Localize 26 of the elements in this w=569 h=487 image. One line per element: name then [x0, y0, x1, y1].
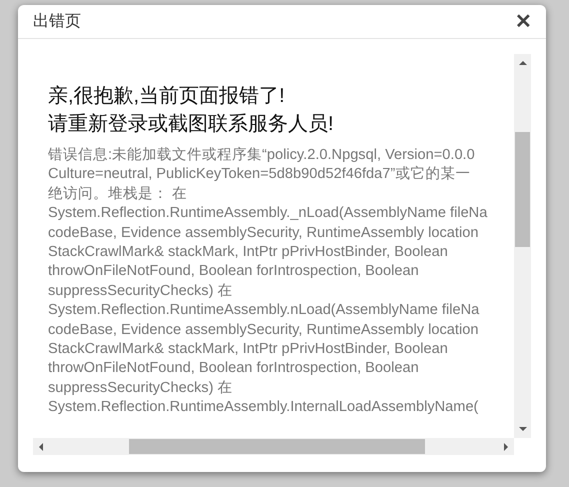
error-detail-line: 绝访问。堆栈是： 在 — [48, 184, 188, 204]
scroll-down-icon[interactable] — [518, 427, 526, 431]
error-detail-line: suppressSecurityChecks) 在 — [48, 378, 234, 398]
error-detail-line: System.Reflection.RuntimeAssembly.InternalLoadAssemblyName( — [48, 398, 480, 418]
error-detail-line: Culture=neutral, PublicKeyToken=5d8b90d52f46fda7”或它的某一 — [48, 165, 472, 184]
error-detail-line: StackCrawlMark& stackMark, IntPtr pPrivHostBinder, Boolean — [48, 243, 449, 262]
scroll-left-icon[interactable] — [39, 442, 43, 450]
error-detail-line: throwOnFileNotFound, Boolean forIntrospection, Boolean — [48, 262, 420, 282]
close-button[interactable]: ✕ — [515, 12, 532, 32]
vertical-scrollbar[interactable] — [514, 54, 531, 438]
error-message: 请重新登录或截图联系服务人员! — [48, 112, 335, 137]
dialog-title: 出错页 — [33, 12, 81, 32]
error-detail-line: System.Reflection.RuntimeAssembly.nLoad(AssemblyName fileNa — [48, 301, 480, 320]
scrollbar-thumb[interactable] — [129, 439, 425, 454]
scroll-right-icon[interactable] — [504, 442, 508, 450]
error-detail-line: System.Reflection.RuntimeAssembly._nLoad(AssemblyName fileNa — [48, 204, 488, 224]
error-message: 亲,很抱歉,当前页面报错了! — [48, 84, 286, 109]
horizontal-scrollbar[interactable] — [33, 438, 514, 455]
error-detail-line: throwOnFileNotFound, Boolean forIntrospection, Boolean — [48, 359, 420, 378]
error-detail-line: suppressSecurityChecks) 在 — [48, 282, 234, 301]
error-detail-line: StackCrawlMark& stackMark, IntPtr pPrivHostBinder, Boolean — [48, 340, 449, 360]
error-detail-line: codeBase, Evidence assemblySecurity, RuntimeAssembly location — [48, 320, 480, 340]
scroll-up-icon[interactable] — [518, 61, 526, 65]
error-detail-line: codeBase, Evidence assemblySecurity, RuntimeAssembly location — [48, 224, 480, 243]
error-detail-line: 错误信息:未能加载文件或程序集“policy.2.0.Npgsql, Version=0.0.0 — [48, 146, 476, 165]
scrollbar-thumb[interactable] — [515, 132, 530, 247]
